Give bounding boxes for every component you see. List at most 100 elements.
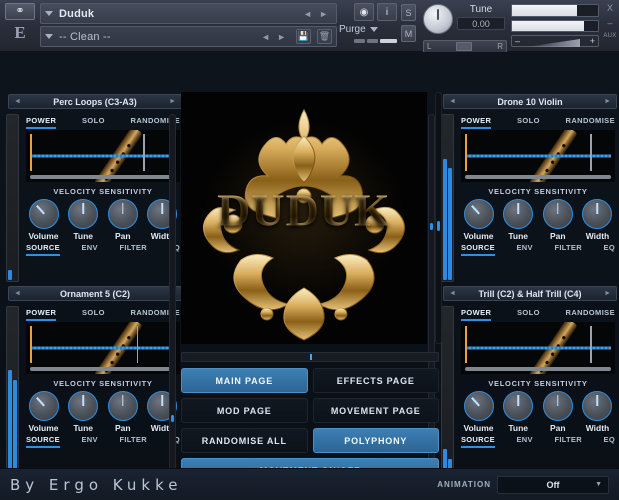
knob-dial[interactable] <box>543 391 573 421</box>
chevron-right-icon[interactable]: ► <box>169 98 176 105</box>
knob-pan[interactable]: Pan <box>540 391 575 433</box>
start-marker[interactable] <box>465 134 467 171</box>
knob-dial[interactable] <box>503 391 533 421</box>
trash-icon[interactable]: 🗑 <box>317 29 332 44</box>
instrument-row[interactable]: Duduk ◄ ► <box>40 3 337 24</box>
chevron-down-icon[interactable] <box>45 11 53 16</box>
waveform-scrollbar[interactable] <box>465 175 611 179</box>
close-icon[interactable]: X <box>607 3 613 13</box>
knob-volume[interactable]: Volume <box>26 391 61 433</box>
module-tab-env[interactable]: ENV <box>517 435 533 448</box>
purge-control[interactable]: Purge <box>339 24 397 35</box>
knob-dial[interactable] <box>68 391 98 421</box>
start-marker[interactable] <box>30 326 32 363</box>
page-button-randomise-all[interactable]: RANDOMISE ALL <box>181 428 308 453</box>
chevron-left-icon[interactable]: ◄ <box>449 98 456 105</box>
module-tab-filter[interactable]: FILTER <box>554 435 582 448</box>
module-tab-eq[interactable]: EQ <box>604 243 615 256</box>
chevron-right-icon[interactable]: ► <box>604 290 611 297</box>
waveform-display[interactable] <box>461 322 615 374</box>
module-tab-env[interactable]: ENV <box>517 243 533 256</box>
camera-icon[interactable]: ◉ <box>354 3 374 21</box>
page-button-mod-page[interactable]: MOD PAGE <box>181 398 308 423</box>
knob-pan[interactable]: Pan <box>105 391 140 433</box>
chevron-left-icon[interactable]: ◄ <box>14 290 21 297</box>
module-tab-env[interactable]: ENV <box>82 435 98 448</box>
knob-tune[interactable]: Tune <box>66 199 101 241</box>
minimize-icon[interactable]: – <box>607 18 612 28</box>
knob-tune[interactable]: Tune <box>66 391 101 433</box>
knob-volume[interactable]: Volume <box>26 199 61 241</box>
chevron-down-icon[interactable]: ▼ <box>595 481 602 488</box>
module-tab-randomise[interactable]: RANDOMISE <box>566 308 615 321</box>
module-title-bar[interactable]: ◄ Trill (C2) & Half Trill (C4) ► <box>443 286 617 301</box>
knob-dial[interactable] <box>543 199 573 229</box>
module-title-bar[interactable]: ◄ Perc Loops (C3-A3) ► <box>8 94 182 109</box>
page-button-main-page[interactable]: MAIN PAGE <box>181 368 308 393</box>
page-button-effects-page[interactable]: EFFECTS PAGE <box>313 368 440 393</box>
pan-center-handle[interactable] <box>456 42 472 51</box>
knob-dial[interactable] <box>464 391 494 421</box>
knob-pan[interactable]: Pan <box>540 199 575 241</box>
page-button-movement-page[interactable]: MOVEMENT PAGE <box>313 398 440 423</box>
knob-dial[interactable] <box>108 199 138 229</box>
module-tab-filter[interactable]: FILTER <box>119 435 147 448</box>
module-tab-source[interactable]: SOURCE <box>26 435 60 448</box>
knob-width[interactable]: Width <box>580 391 615 433</box>
output-volume-slider[interactable]: – + <box>511 35 599 47</box>
module-tab-randomise[interactable]: RANDOMISE <box>566 116 615 129</box>
knob-dial[interactable] <box>29 391 59 421</box>
page-button-polyphony[interactable]: POLYPHONY <box>313 428 440 453</box>
volume-minus-label[interactable]: – <box>515 36 520 46</box>
knob-pan[interactable]: Pan <box>105 199 140 241</box>
module-tab-power[interactable]: POWER <box>461 116 491 129</box>
instrument-nav[interactable]: ◄ ► <box>303 9 332 19</box>
mute-button[interactable]: M <box>401 25 416 42</box>
animation-dropdown[interactable]: Off ▼ <box>497 476 609 494</box>
left-scrollbar[interactable] <box>169 114 176 494</box>
knob-dial[interactable] <box>582 391 612 421</box>
module-tab-solo[interactable]: SOLO <box>82 308 105 321</box>
floppy-disk-icon[interactable]: 💾 <box>296 29 311 44</box>
start-marker[interactable] <box>465 326 467 363</box>
knob-dial[interactable] <box>464 199 494 229</box>
module-tab-solo[interactable]: SOLO <box>517 308 540 321</box>
playhead-marker[interactable] <box>590 326 592 363</box>
info-icon[interactable]: i <box>377 3 397 21</box>
chevron-right-icon[interactable]: ► <box>277 32 286 42</box>
wrench-icon[interactable]: ⚭ <box>5 3 35 20</box>
module-title-bar[interactable]: ◄ Drone 10 Violin ► <box>443 94 617 109</box>
chevron-left-icon[interactable]: ◄ <box>449 290 456 297</box>
knob-width[interactable]: Width <box>580 199 615 241</box>
knob-tune[interactable]: Tune <box>501 391 536 433</box>
tune-value[interactable]: 0.00 <box>457 17 505 30</box>
chevron-right-icon[interactable]: ► <box>604 98 611 105</box>
chevron-left-icon[interactable]: ◄ <box>303 9 312 19</box>
module-tab-source[interactable]: SOURCE <box>461 435 495 448</box>
chevron-left-icon[interactable]: ◄ <box>261 32 270 42</box>
center-horizontal-slider[interactable] <box>181 352 439 362</box>
preset-nav[interactable]: ◄ ► <box>261 32 290 42</box>
knob-tune[interactable]: Tune <box>501 199 536 241</box>
preset-row[interactable]: -- Clean -- ◄ ► 💾 🗑 <box>40 26 337 47</box>
chevron-down-icon[interactable] <box>370 27 378 32</box>
knob-dial[interactable] <box>108 391 138 421</box>
module-tab-source[interactable]: SOURCE <box>26 243 60 256</box>
knob-dial[interactable] <box>503 199 533 229</box>
artwork-scrollbar[interactable] <box>435 92 442 344</box>
knob-dial[interactable] <box>29 199 59 229</box>
start-marker[interactable] <box>30 134 32 171</box>
playhead-marker[interactable] <box>590 134 592 171</box>
knob-volume[interactable]: Volume <box>461 391 496 433</box>
chevron-right-icon[interactable]: ► <box>319 9 328 19</box>
volume-plus-label[interactable]: + <box>590 36 595 46</box>
module-tab-solo[interactable]: SOLO <box>82 116 105 129</box>
module-tab-solo[interactable]: SOLO <box>517 116 540 129</box>
module-tab-filter[interactable]: FILTER <box>119 243 147 256</box>
chevron-left-icon[interactable]: ◄ <box>14 98 21 105</box>
knob-volume[interactable]: Volume <box>461 199 496 241</box>
waveform-display[interactable] <box>461 130 615 182</box>
waveform-display[interactable] <box>26 322 180 374</box>
module-title-bar[interactable]: ◄ Ornament 5 (C2) ► <box>8 286 182 301</box>
playhead-marker[interactable] <box>137 326 139 363</box>
